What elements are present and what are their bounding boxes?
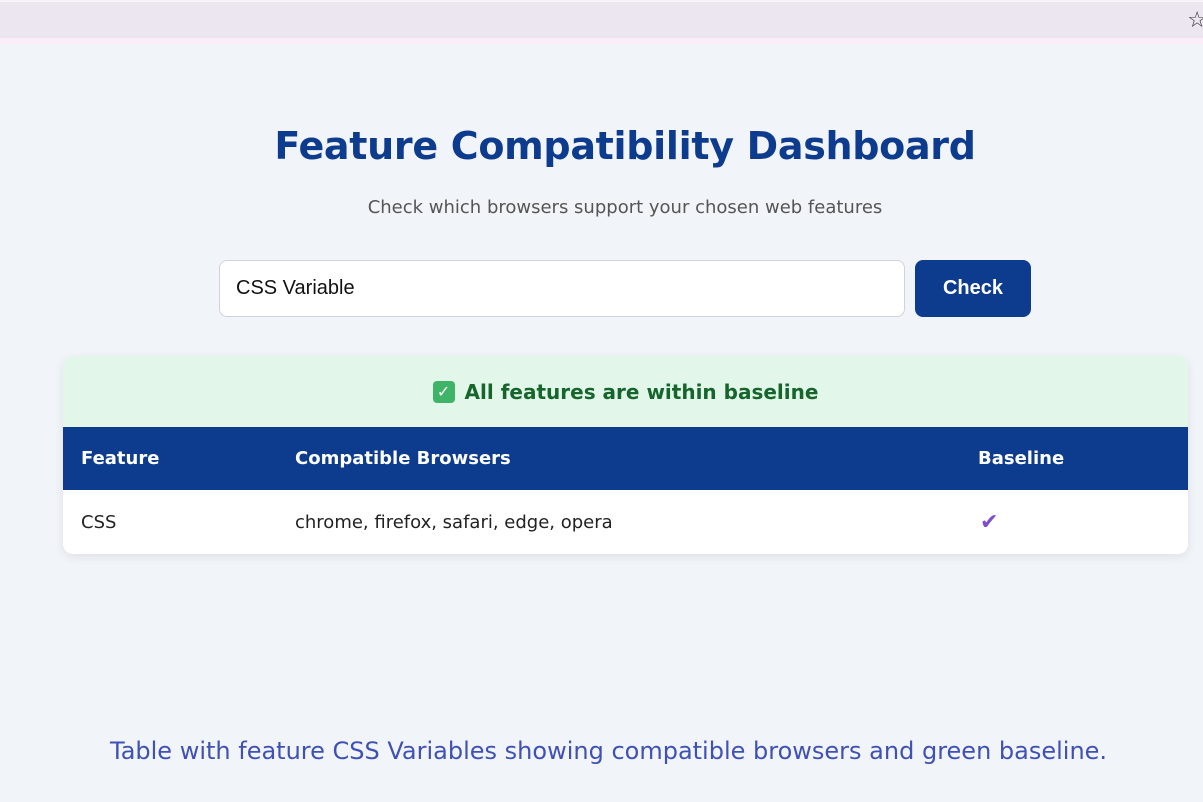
baseline-cell: ✔ xyxy=(978,490,1188,554)
column-header-compatible-browsers: Compatible Browsers xyxy=(295,448,511,469)
check-button[interactable]: Check xyxy=(915,260,1031,317)
image-caption: Table with feature CSS Variables showing… xyxy=(110,737,1108,765)
feature-search-input[interactable] xyxy=(219,260,905,317)
page-subtitle: Check which browsers support your chosen… xyxy=(367,197,883,218)
column-header-feature: Feature xyxy=(81,448,160,469)
checkbox-check-icon: ✓ xyxy=(432,380,455,403)
compatibility-table: Feature Compatible Browsers Baseline CSS… xyxy=(63,427,1188,554)
feature-cell: CSS xyxy=(81,511,117,533)
column-header-baseline: Baseline xyxy=(978,448,1065,469)
checkmark-icon: ✔ xyxy=(980,509,999,535)
table-row: CSS chrome, firefox, safari, edge, opera… xyxy=(63,490,1188,554)
results-card: ✓ All features are within baseline Featu… xyxy=(63,356,1188,554)
baseline-status-banner: ✓ All features are within baseline xyxy=(63,356,1188,427)
star-outline-icon[interactable]: ☆ xyxy=(1187,10,1203,32)
page-title: Feature Compatibility Dashboard xyxy=(274,124,976,168)
browser-top-bar: ☆ xyxy=(0,0,1203,44)
table-header-row: Feature Compatible Browsers Baseline xyxy=(63,427,1188,490)
baseline-status-text: All features are within baseline xyxy=(464,379,819,404)
browsers-cell: chrome, firefox, safari, edge, opera xyxy=(295,511,613,533)
